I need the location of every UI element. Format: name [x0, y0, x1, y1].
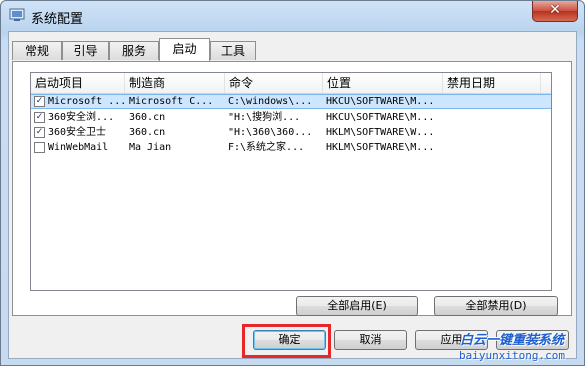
- cell-item: 360安全卫士: [48, 127, 107, 138]
- cell-location: HKCU\SOFTWARE\M...: [326, 112, 435, 123]
- disable-all-button[interactable]: 全部禁用(D): [434, 296, 558, 316]
- enable-all-button[interactable]: 全部启用(E): [296, 296, 418, 316]
- table-row[interactable]: ✓ 360安全浏... 360.cn "H:\搜狗浏... HKCU\SOFTW…: [31, 110, 551, 125]
- startup-tab-panel: 启动项目 制造商 命令 位置 禁用日期 ✓ Microsoft ... Micr…: [12, 61, 572, 316]
- tab-boot[interactable]: 引导: [62, 41, 109, 60]
- cell-location: HKLM\SOFTWARE\M...: [326, 142, 435, 153]
- watermark: 白云一键重装系统 baiyunxitong.com: [439, 329, 584, 365]
- watermark-url: baiyunxitong.com: [459, 349, 565, 362]
- cell-manufacturer: Microsoft C...: [129, 96, 214, 107]
- cell-command: "H:\360\360...: [228, 127, 313, 138]
- startup-items-list[interactable]: 启动项目 制造商 命令 位置 禁用日期 ✓ Microsoft ... Micr…: [30, 72, 552, 291]
- cell-manufacturer: 360.cn: [129, 127, 166, 138]
- ok-button-highlight: [242, 324, 331, 358]
- tab-services[interactable]: 服务: [109, 41, 159, 60]
- window-title: 系统配置: [31, 12, 84, 27]
- title-bar[interactable]: 系统配置 ✕: [1, 1, 584, 31]
- row-checkbox[interactable]: ✓: [34, 112, 45, 123]
- cell-item: Microsoft ...: [48, 96, 126, 107]
- row-checkbox[interactable]: ✓: [34, 127, 45, 138]
- column-header-disabled-date[interactable]: 禁用日期: [443, 73, 541, 93]
- row-checkbox[interactable]: [34, 142, 45, 153]
- column-headers: 启动项目 制造商 命令 位置 禁用日期: [31, 73, 551, 94]
- cancel-button[interactable]: 取消: [334, 330, 407, 350]
- table-row[interactable]: ✓ Microsoft ... Microsoft C... C:\window…: [31, 94, 551, 109]
- table-row[interactable]: ✓ 360安全卫士 360.cn "H:\360\360... HKLM\SOF…: [31, 125, 551, 140]
- row-checkbox[interactable]: ✓: [34, 96, 45, 107]
- cell-command: "H:\搜狗浏...: [228, 112, 301, 123]
- cell-location: HKLM\SOFTWARE\W...: [326, 127, 435, 138]
- column-header-command[interactable]: 命令: [225, 73, 323, 93]
- close-button[interactable]: ✕: [532, 1, 578, 22]
- close-icon: ✕: [549, 2, 561, 18]
- watermark-title: 白云一键重装系统: [459, 333, 564, 348]
- cell-item: WinWebMail: [48, 142, 109, 153]
- cell-item: 360安全浏...: [48, 112, 115, 123]
- column-header-location[interactable]: 位置: [323, 73, 443, 93]
- tab-general[interactable]: 常规: [12, 41, 62, 60]
- system-config-icon: [9, 8, 25, 21]
- table-row[interactable]: WinWebMail Ma Jian F:\系统之家... HKLM\SOFTW…: [31, 140, 551, 155]
- dialog-client-area: 常规 引导 服务 启动 工具 启动项目 制造商 命令 位置 禁用日期 ✓ Mic…: [8, 31, 577, 359]
- tab-tools[interactable]: 工具: [210, 41, 256, 60]
- cell-location: HKCU\SOFTWARE\M...: [326, 96, 435, 107]
- cell-manufacturer: Ma Jian: [129, 142, 172, 153]
- cell-command: F:\系统之家...: [228, 142, 305, 153]
- cell-manufacturer: 360.cn: [129, 112, 166, 123]
- column-header-manufacturer[interactable]: 制造商: [125, 73, 225, 93]
- tab-startup[interactable]: 启动: [159, 38, 210, 61]
- cell-command: C:\windows\...: [228, 96, 313, 107]
- column-header-item[interactable]: 启动项目: [31, 73, 125, 93]
- system-config-window: 系统配置 ✕ 常规 引导 服务 启动 工具 启动项目 制造商 命令 位置 禁用日…: [0, 0, 585, 366]
